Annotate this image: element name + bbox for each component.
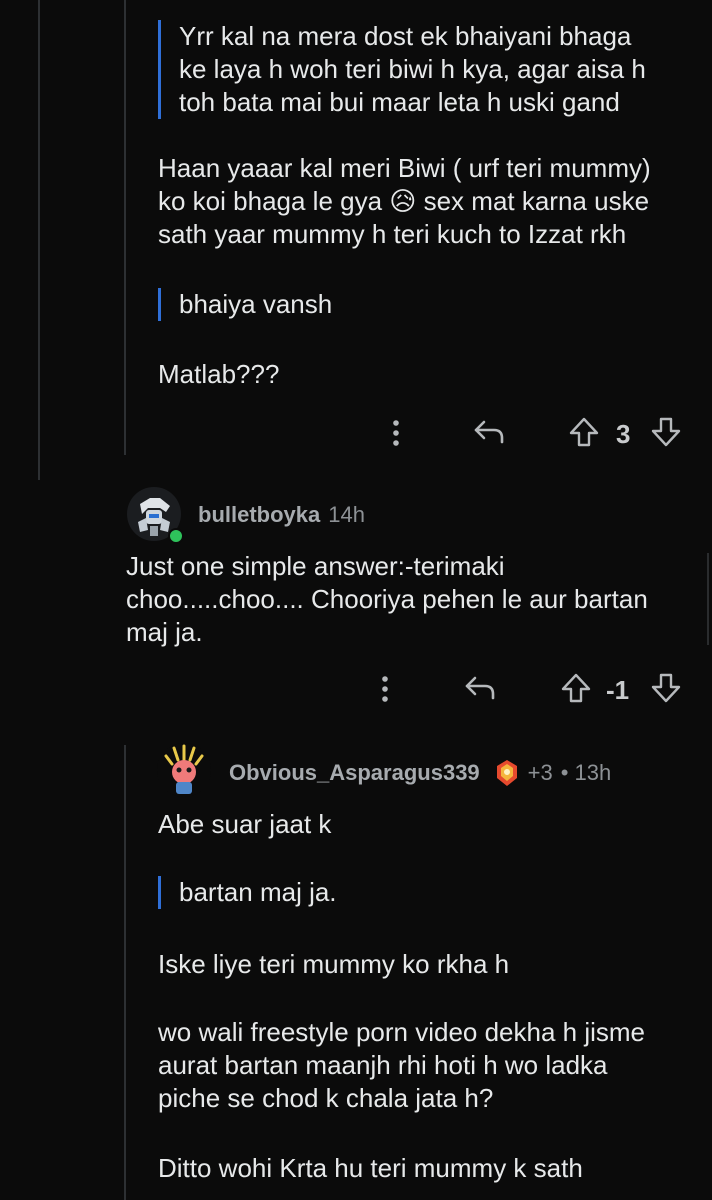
comment-paragraph: Matlab???: [158, 359, 280, 389]
username[interactable]: bulletboyka: [198, 502, 320, 528]
comment-header: Obvious_Asparagus339 +3 • 13h: [229, 758, 611, 788]
comment-paragraph: Ditto wohi Krta hu teri mummy k sath: [158, 1153, 583, 1183]
upvote-icon[interactable]: [568, 416, 600, 448]
comment-actions: 3: [0, 412, 712, 452]
thread-line-level-2: [124, 745, 126, 1200]
comment-actions: -1: [0, 668, 712, 708]
more-icon[interactable]: [385, 418, 407, 448]
username[interactable]: Obvious_Asparagus339: [229, 760, 480, 786]
quoted-text: bhaiya vansh: [158, 288, 579, 321]
character-avatar-icon: [157, 743, 211, 797]
comment-header: bulletboyka 14h: [198, 502, 365, 528]
comment-paragraph: wo wali freestyle porn video dekha h jis…: [158, 1017, 646, 1113]
thread-line-root: [38, 0, 40, 480]
award-icon: [496, 760, 517, 786]
thread-line-level-1: [124, 0, 126, 455]
comment-paragraph: Abe suar jaat k: [158, 809, 332, 839]
downvote-icon[interactable]: [650, 416, 682, 448]
downvote-icon[interactable]: [650, 672, 682, 704]
more-icon[interactable]: [374, 674, 396, 704]
scroll-indicator[interactable]: [707, 553, 709, 645]
timestamp: 14h: [328, 502, 365, 527]
timestamp: 13h: [574, 760, 612, 785]
upvote-icon[interactable]: [560, 672, 592, 704]
vote-score: 3: [616, 419, 631, 449]
comment-body: Just one simple answer:-terimaki choo...…: [126, 551, 648, 647]
reply-icon[interactable]: [463, 672, 499, 704]
comment-paragraph: Iske liye teri mummy ko rkha h: [158, 949, 510, 979]
online-status-dot: [168, 528, 184, 544]
quoted-text: bartan maj ja.: [158, 876, 579, 909]
comment-paragraph: Haan yaaar kal meri Biwi ( urf teri mumm…: [158, 153, 651, 249]
karma-count: +3: [527, 760, 553, 785]
vote-score: -1: [606, 675, 630, 705]
separator-dot: •: [560, 760, 569, 785]
avatar[interactable]: [126, 486, 184, 544]
quoted-text: Yrr kal na mera dost ek bhaiyani bhaga k…: [158, 20, 699, 119]
reply-icon[interactable]: [472, 416, 508, 448]
avatar[interactable]: [156, 742, 212, 798]
